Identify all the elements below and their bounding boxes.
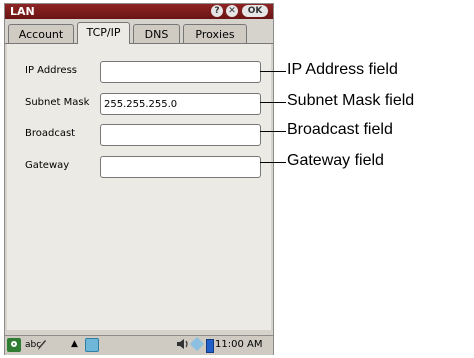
window-title: LAN bbox=[10, 5, 35, 18]
subnet-mask-row: Subnet Mask bbox=[7, 93, 271, 115]
subnet-mask-leader bbox=[260, 102, 286, 103]
app-menu-icon[interactable] bbox=[7, 338, 21, 352]
subnet-mask-label: Subnet Mask bbox=[25, 97, 90, 108]
up-arrow-icon[interactable]: ▲ bbox=[71, 339, 78, 349]
gateway-input[interactable] bbox=[100, 156, 261, 178]
broadcast-leader bbox=[260, 131, 286, 132]
ip-address-label: IP Address bbox=[25, 65, 77, 76]
ip-address-row: IP Address bbox=[7, 61, 271, 83]
clock[interactable]: 11:00 AM bbox=[215, 339, 262, 350]
ip-address-leader bbox=[260, 71, 286, 72]
gateway-leader bbox=[260, 162, 286, 163]
pen-icon[interactable] bbox=[37, 339, 47, 351]
network-status-icon[interactable] bbox=[85, 338, 99, 352]
tab-bar: Account TCP/IP DNS Proxies bbox=[5, 22, 273, 44]
subnet-mask-callout: Subnet Mask field bbox=[287, 92, 415, 109]
gateway-row: Gateway bbox=[7, 156, 271, 178]
tab-dns[interactable]: DNS bbox=[133, 24, 180, 43]
broadcast-callout: Broadcast field bbox=[287, 121, 393, 138]
close-button[interactable]: ✕ bbox=[226, 5, 238, 17]
tcpip-panel: IP Address Subnet Mask Broadcast Gateway bbox=[7, 44, 271, 330]
taskbar: abc ▲ 11:00 AM bbox=[5, 335, 273, 355]
gateway-label: Gateway bbox=[25, 160, 70, 171]
broadcast-input[interactable] bbox=[100, 124, 261, 146]
tab-tcpip[interactable]: TCP/IP bbox=[77, 22, 130, 44]
gateway-callout: Gateway field bbox=[287, 152, 384, 169]
ok-button[interactable]: OK bbox=[242, 5, 268, 17]
tab-account[interactable]: Account bbox=[8, 24, 74, 43]
lan-settings-window: LAN ? ✕ OK Account TCP/IP DNS Proxies IP… bbox=[4, 3, 274, 355]
connection-icon[interactable] bbox=[189, 336, 205, 352]
tab-proxies[interactable]: Proxies bbox=[183, 24, 247, 43]
title-bar: LAN ? ✕ OK bbox=[5, 4, 273, 19]
speaker-icon[interactable] bbox=[176, 337, 190, 351]
subnet-mask-input[interactable] bbox=[100, 93, 261, 115]
ip-address-input[interactable] bbox=[100, 61, 261, 83]
help-button[interactable]: ? bbox=[211, 5, 223, 17]
broadcast-row: Broadcast bbox=[7, 124, 271, 146]
battery-icon[interactable] bbox=[206, 339, 214, 353]
ip-address-callout: IP Address field bbox=[287, 61, 398, 78]
broadcast-label: Broadcast bbox=[25, 128, 76, 139]
